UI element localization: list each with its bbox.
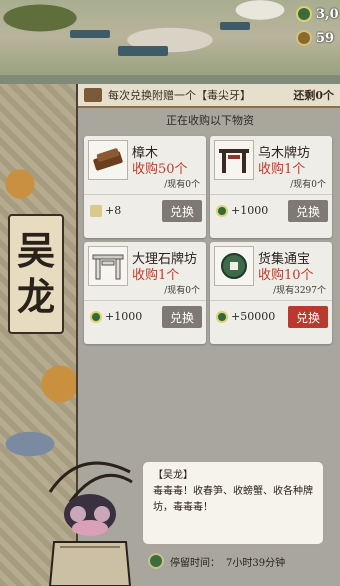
coin-icon bbox=[216, 310, 228, 323]
resource-coins-value: 3,0 bbox=[316, 6, 339, 22]
item-reward-value: +8 bbox=[105, 204, 122, 217]
item-reward-value: +1000 bbox=[105, 310, 143, 323]
map-background: 3,0 59 bbox=[0, 0, 340, 75]
purchase-subtitle: 正在收购以下物资 bbox=[166, 114, 254, 127]
npc-name-char: 吴 bbox=[16, 228, 55, 273]
item-request: 收购50个 bbox=[132, 162, 188, 177]
npc-character bbox=[40, 452, 134, 586]
copper-coin-icon bbox=[296, 30, 312, 46]
wood-log-icon bbox=[88, 140, 128, 180]
exchange-card: 货集通宝 收购10个 /现有3297个 +50000 兑换 bbox=[210, 242, 332, 344]
exchange-card: 乌木牌坊 收购1个 /现有0个 +1000 兑换 bbox=[210, 136, 332, 238]
bonus-text: 每次兑换附赠一个【毒尖牙】 bbox=[108, 89, 251, 102]
dialog-text: 毒毒毒！收春笋、收螃蟹、收各种牌坊，毒毒毒！ bbox=[153, 486, 313, 513]
item-reward: +1000 bbox=[90, 310, 142, 323]
coin-icon bbox=[216, 204, 228, 217]
exchange-button[interactable]: 兑换 bbox=[162, 200, 202, 222]
map-roof bbox=[118, 46, 168, 56]
bone-icon bbox=[90, 204, 102, 217]
book-icon bbox=[84, 88, 102, 102]
item-request: 收购1个 bbox=[258, 162, 306, 177]
item-request: 收购10个 bbox=[258, 268, 314, 283]
stay-timer: 停留时间： 7小时39分钟 bbox=[148, 553, 285, 569]
resource-coins: 3,0 bbox=[296, 4, 340, 24]
exchange-button[interactable]: 兑换 bbox=[162, 306, 202, 328]
item-request: 收购1个 bbox=[132, 268, 180, 283]
item-reward: +50000 bbox=[216, 310, 275, 323]
exchange-card: 大理石牌坊 收购1个 /现有0个 +1000 兑换 bbox=[84, 242, 206, 344]
resource-copper: 59 bbox=[296, 28, 340, 48]
npc-name-char: 龙 bbox=[16, 274, 55, 319]
item-reward: +8 bbox=[90, 204, 121, 217]
divider bbox=[210, 300, 332, 301]
map-roof bbox=[70, 30, 110, 38]
divider bbox=[84, 194, 206, 195]
item-owned: /现有0个 bbox=[290, 180, 326, 190]
item-owned: /现有3297个 bbox=[273, 286, 326, 296]
exchange-button[interactable]: 兑换 bbox=[288, 200, 328, 222]
copper-coin-icon bbox=[214, 246, 254, 286]
marble-archway-icon bbox=[88, 246, 128, 286]
item-owned: /现有0个 bbox=[164, 286, 200, 296]
timer-value: 7小时39分钟 bbox=[226, 557, 286, 569]
item-reward: +1000 bbox=[216, 204, 268, 217]
timer-label: 停留时间： bbox=[170, 557, 220, 569]
exchange-card: 樟木 收购50个 /现有0个 +8 兑换 bbox=[84, 136, 206, 238]
clock-icon bbox=[148, 553, 164, 569]
coin-icon bbox=[296, 6, 312, 22]
exchange-button-active[interactable]: 兑换 bbox=[288, 306, 328, 328]
item-reward-value: +50000 bbox=[231, 310, 276, 323]
item-reward-value: +1000 bbox=[231, 204, 269, 217]
divider bbox=[210, 194, 332, 195]
archway-icon bbox=[214, 140, 254, 180]
bonus-banner: 每次兑换附赠一个【毒尖牙】 还剩0个 bbox=[78, 84, 340, 108]
divider bbox=[84, 300, 206, 301]
map-roof bbox=[220, 22, 250, 30]
coin-icon bbox=[90, 310, 102, 323]
bonus-remaining: 还剩0个 bbox=[293, 89, 334, 102]
resource-copper-value: 59 bbox=[316, 30, 335, 46]
item-owned: /现有0个 bbox=[164, 180, 200, 190]
dialog-speaker: 【吴龙】 bbox=[153, 470, 193, 481]
npc-nameplate: 吴 龙 bbox=[8, 214, 64, 334]
dialog-bubble: 【吴龙】 毒毒毒！收春笋、收螃蟹、收各种牌坊，毒毒毒！ bbox=[142, 461, 324, 545]
